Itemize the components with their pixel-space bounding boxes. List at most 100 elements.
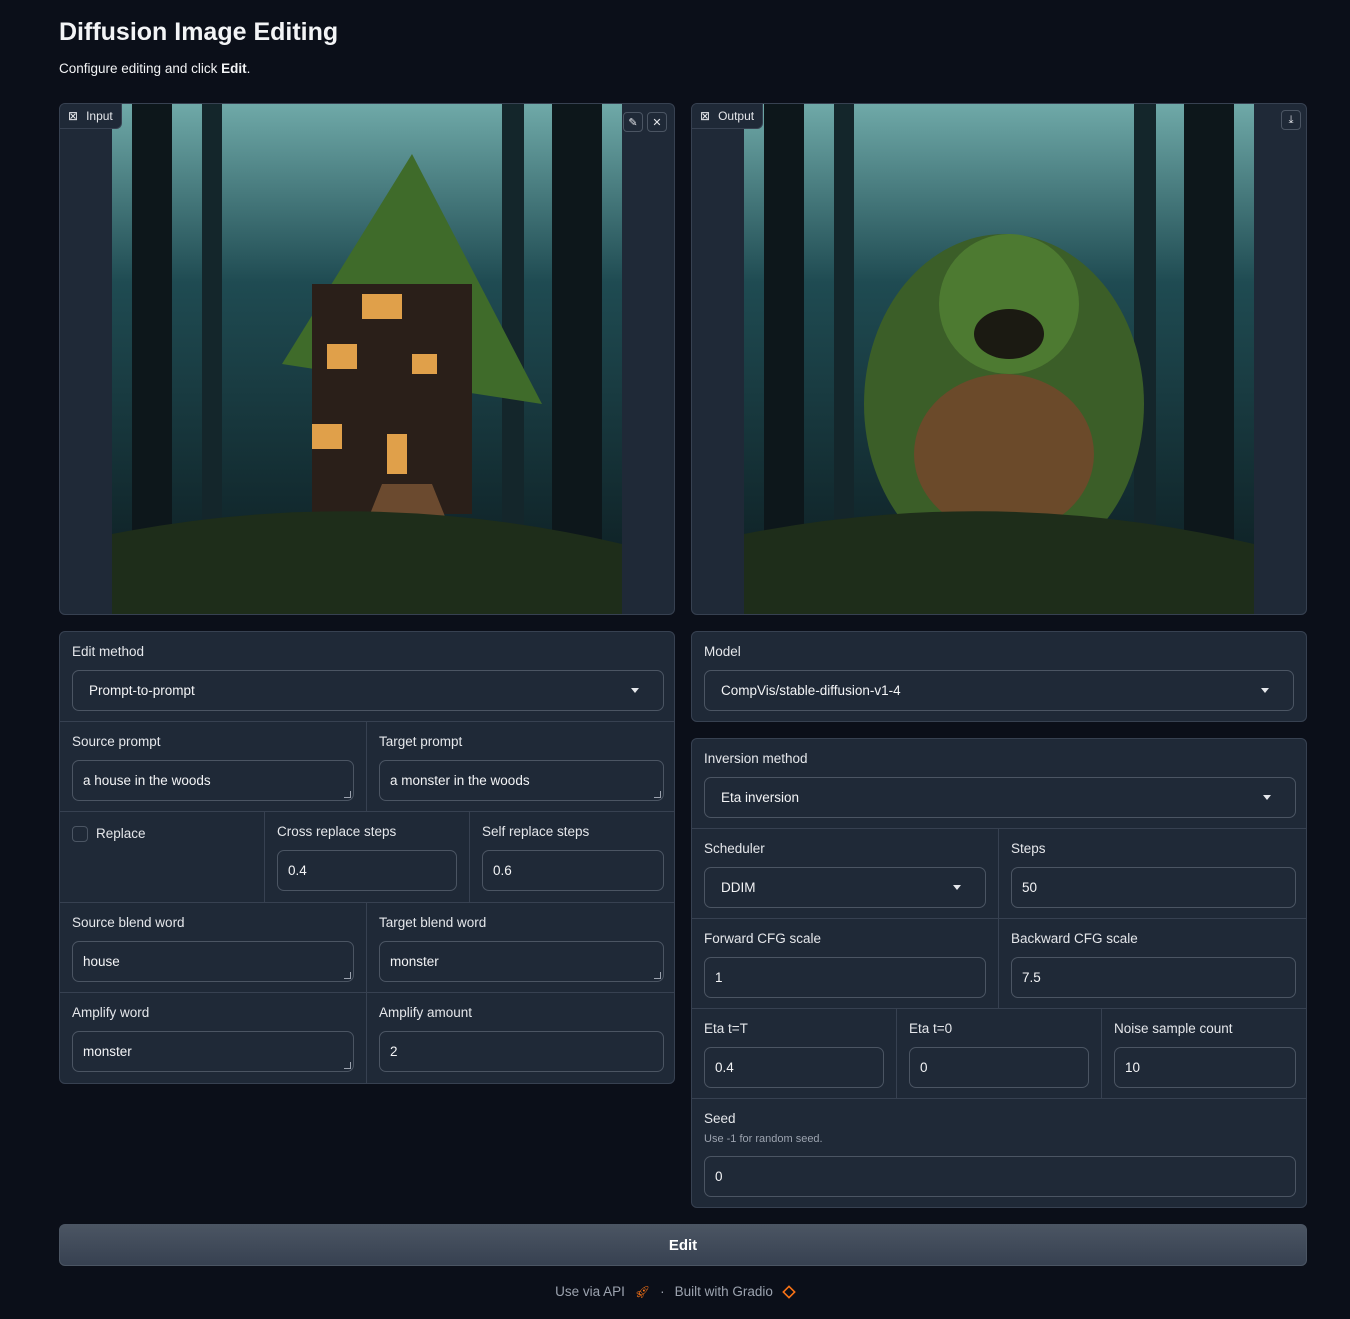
target-prompt-field: Target prompt a monster in the woods [367,722,674,812]
scheduler-dropdown[interactable]: DDIM [704,867,986,908]
resize-handle[interactable] [344,972,351,979]
source-blend-word-label: Source blend word [72,915,185,930]
replace-checkbox[interactable] [72,826,88,842]
image-icon: ⊠ [700,109,711,123]
chevron-down-icon [631,688,639,693]
target-blend-word-field: Target blend word monster [367,903,674,993]
amplify-word-input[interactable]: monster [72,1031,354,1072]
steps-label: Steps [1011,841,1046,856]
noise-sample-count-input[interactable]: 10 [1114,1047,1296,1088]
page-title: Diffusion Image Editing [59,18,339,46]
input-label-text: Input [86,109,113,123]
footer: Use via API 🚀︎ · Built with Gradio [0,1284,1350,1299]
resize-handle[interactable] [654,972,661,979]
model-dropdown[interactable]: CompVis/stable-diffusion-v1-4 [704,670,1294,711]
output-label-text: Output [718,109,755,123]
cross-replace-steps-field: Cross replace steps 0.4 [265,812,470,903]
download-icon[interactable]: ⤓ [1281,110,1301,130]
source-prompt-input[interactable]: a house in the woods [72,760,354,801]
amplify-amount-label: Amplify amount [379,1005,473,1020]
amplify-word-field: Amplify word monster [60,993,367,1083]
source-blend-word-value: house [83,954,120,969]
pencil-icon[interactable]: ✎ [623,112,643,132]
use-via-api-link[interactable]: Use via API [555,1284,625,1299]
edit-method-label: Edit method [72,644,145,659]
source-prompt-value: a house in the woods [83,773,211,788]
backward-cfg-label: Backward CFG scale [1011,931,1138,946]
edit-button[interactable]: Edit [59,1224,1307,1266]
cross-replace-steps-label: Cross replace steps [277,824,397,839]
source-blend-word-input[interactable]: house [72,941,354,982]
scheduler-value: DDIM [721,880,756,895]
image-icon: ⊠ [68,109,79,123]
edit-method-dropdown[interactable]: Prompt-to-prompt [72,670,664,711]
built-with-gradio-link[interactable]: Built with Gradio [675,1284,773,1299]
self-replace-steps-field: Self replace steps 0.6 [470,812,674,903]
eta-t-input[interactable]: 0.4 [704,1047,884,1088]
seed-label: Seed [704,1111,736,1126]
source-blend-word-field: Source blend word house [60,903,367,993]
model-panel: Model CompVis/stable-diffusion-v1-4 [691,631,1307,722]
inversion-settings-panel: Inversion method Eta inversion Scheduler… [691,738,1307,1208]
replace-label[interactable]: Replace [96,826,146,841]
input-image-label: ⊠ Input [60,104,122,129]
page-subtitle: Configure editing and click Edit. [59,61,250,76]
output-image [744,104,1254,614]
self-replace-steps-label: Self replace steps [482,824,590,839]
gradio-logo-icon [782,1284,796,1299]
amplify-amount-field: Amplify amount 2 [367,993,674,1083]
resize-handle[interactable] [654,791,661,798]
output-image-panel: ⊠ Output ⤓ [691,103,1307,615]
input-image [112,104,622,614]
source-prompt-label: Source prompt [72,734,161,749]
inversion-method-field: Inversion method Eta inversion [692,739,1306,829]
backward-cfg-field: Backward CFG scale 7.5 [999,919,1306,1009]
forward-cfg-input[interactable]: 1 [704,957,986,998]
chevron-down-icon [953,885,961,890]
amplify-word-label: Amplify word [72,1005,150,1020]
eta-0-field: Eta t=0 0 [897,1009,1102,1099]
output-image-label: ⊠ Output [692,104,764,129]
seed-field: Seed Use -1 for random seed. 0 [692,1099,1306,1207]
steps-input[interactable]: 50 [1011,867,1296,908]
seed-info: Use -1 for random seed. [704,1133,823,1145]
cross-replace-steps-input[interactable]: 0.4 [277,850,457,891]
model-label: Model [704,644,741,659]
forward-cfg-field: Forward CFG scale 1 [692,919,999,1009]
close-icon[interactable]: ✕ [647,112,667,132]
eta-0-label: Eta t=0 [909,1021,953,1036]
noise-sample-count-field: Noise sample count 10 [1102,1009,1306,1099]
target-prompt-input[interactable]: a monster in the woods [379,760,664,801]
eta-t-label: Eta t=T [704,1021,748,1036]
amplify-amount-input[interactable]: 2 [379,1031,664,1072]
seed-input[interactable]: 0 [704,1156,1296,1197]
footer-separator: · [660,1284,665,1299]
forward-cfg-label: Forward CFG scale [704,931,822,946]
replace-field: Replace [60,812,265,903]
self-replace-steps-input[interactable]: 0.6 [482,850,664,891]
inversion-method-value: Eta inversion [721,790,800,805]
input-image-panel[interactable]: ⊠ Input ✎ ✕ [59,103,675,615]
amplify-word-value: monster [83,1044,132,1059]
model-value: CompVis/stable-diffusion-v1-4 [721,683,901,698]
eta-0-input[interactable]: 0 [909,1047,1089,1088]
backward-cfg-input[interactable]: 7.5 [1011,957,1296,998]
edit-settings-panel: Edit method Prompt-to-prompt Source prom… [59,631,675,1084]
scheduler-label: Scheduler [704,841,765,856]
resize-handle[interactable] [344,791,351,798]
eta-t-field: Eta t=T 0.4 [692,1009,897,1099]
rocket-icon: 🚀︎ [634,1284,651,1299]
inversion-method-label: Inversion method [704,751,808,766]
scheduler-field: Scheduler DDIM [692,829,999,919]
edit-method-value: Prompt-to-prompt [89,683,195,698]
target-blend-word-label: Target blend word [379,915,487,930]
noise-sample-count-label: Noise sample count [1114,1021,1233,1036]
inversion-method-dropdown[interactable]: Eta inversion [704,777,1296,818]
edit-method-field: Edit method Prompt-to-prompt [60,632,674,722]
target-prompt-label: Target prompt [379,734,463,749]
chevron-down-icon [1261,688,1269,693]
subtitle-text: Configure editing and click [59,61,222,76]
resize-handle[interactable] [344,1062,351,1069]
target-blend-word-input[interactable]: monster [379,941,664,982]
subtitle-suffix: . [246,61,251,76]
